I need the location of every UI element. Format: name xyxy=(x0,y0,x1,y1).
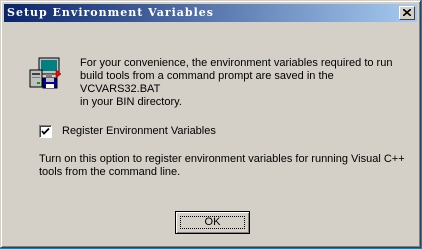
ok-button[interactable]: OK xyxy=(175,211,250,234)
close-button[interactable] xyxy=(399,6,415,20)
setup-dialog-window: Setup Environment Variables For your con… xyxy=(0,0,421,248)
intro-line: build tools from a command prompt are sa… xyxy=(80,70,334,95)
intro-line: in your BIN directory. xyxy=(80,96,182,108)
window-title: Setup Environment Variables xyxy=(7,6,214,19)
help-text: Turn on this option to register environm… xyxy=(39,153,409,179)
register-env-vars-checkbox[interactable] xyxy=(39,125,52,138)
computer-setup-icon xyxy=(29,57,62,89)
register-env-vars-label[interactable]: Register Environment Variables xyxy=(62,125,216,137)
checkmark-icon xyxy=(41,127,50,135)
help-line: tools from the command line. xyxy=(39,166,181,178)
close-icon xyxy=(403,9,411,16)
intro-text: For your convenience, the environment va… xyxy=(80,57,410,109)
intro-line: For your convenience, the environment va… xyxy=(80,57,393,69)
title-bar[interactable]: Setup Environment Variables xyxy=(4,4,417,22)
help-line: Turn on this option to register environm… xyxy=(39,153,405,165)
focus-rectangle xyxy=(180,216,245,229)
